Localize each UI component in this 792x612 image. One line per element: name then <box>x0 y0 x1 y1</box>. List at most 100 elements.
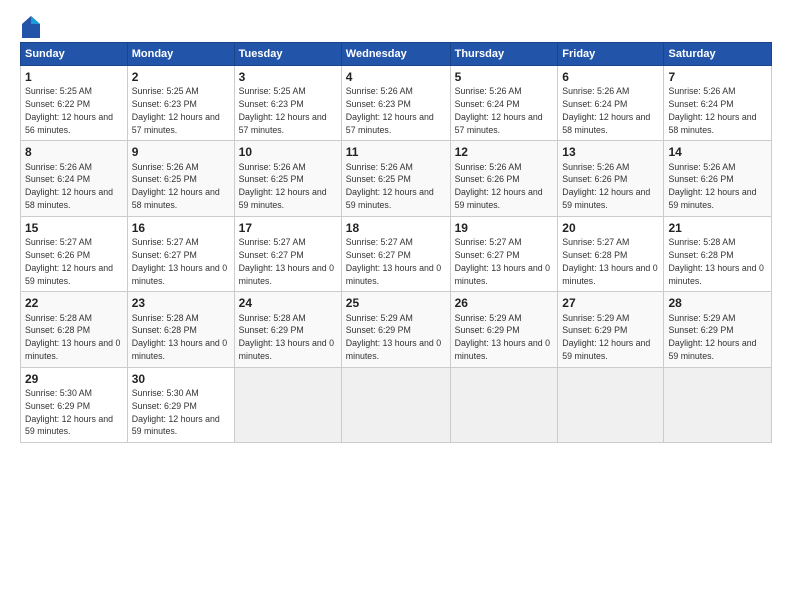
day-number: 4 <box>346 69 446 85</box>
day-info: Sunrise: 5:26 AMSunset: 6:24 PMDaylight:… <box>562 86 650 134</box>
day-number: 28 <box>668 295 767 311</box>
day-number: 27 <box>562 295 659 311</box>
calendar-cell: 14 Sunrise: 5:26 AMSunset: 6:26 PMDaylig… <box>664 141 772 216</box>
day-info: Sunrise: 5:25 AMSunset: 6:23 PMDaylight:… <box>239 86 327 134</box>
calendar-cell: 10 Sunrise: 5:26 AMSunset: 6:25 PMDaylig… <box>234 141 341 216</box>
day-info: Sunrise: 5:27 AMSunset: 6:27 PMDaylight:… <box>132 237 227 285</box>
day-number: 11 <box>346 144 446 160</box>
day-header-sunday: Sunday <box>21 43 128 66</box>
calendar-cell: 18 Sunrise: 5:27 AMSunset: 6:27 PMDaylig… <box>341 216 450 291</box>
calendar-cell: 19 Sunrise: 5:27 AMSunset: 6:27 PMDaylig… <box>450 216 558 291</box>
calendar-cell <box>664 367 772 442</box>
day-number: 30 <box>132 371 230 387</box>
calendar-cell: 22 Sunrise: 5:28 AMSunset: 6:28 PMDaylig… <box>21 292 128 367</box>
day-number: 5 <box>455 69 554 85</box>
day-number: 23 <box>132 295 230 311</box>
calendar-cell: 20 Sunrise: 5:27 AMSunset: 6:28 PMDaylig… <box>558 216 664 291</box>
day-header-friday: Friday <box>558 43 664 66</box>
day-info: Sunrise: 5:26 AMSunset: 6:24 PMDaylight:… <box>455 86 543 134</box>
calendar-cell: 16 Sunrise: 5:27 AMSunset: 6:27 PMDaylig… <box>127 216 234 291</box>
day-info: Sunrise: 5:26 AMSunset: 6:26 PMDaylight:… <box>562 162 650 210</box>
day-info: Sunrise: 5:28 AMSunset: 6:28 PMDaylight:… <box>132 313 227 361</box>
day-number: 10 <box>239 144 337 160</box>
day-number: 13 <box>562 144 659 160</box>
calendar-cell: 4 Sunrise: 5:26 AMSunset: 6:23 PMDayligh… <box>341 66 450 141</box>
day-info: Sunrise: 5:27 AMSunset: 6:27 PMDaylight:… <box>455 237 550 285</box>
calendar-cell: 3 Sunrise: 5:25 AMSunset: 6:23 PMDayligh… <box>234 66 341 141</box>
day-info: Sunrise: 5:25 AMSunset: 6:22 PMDaylight:… <box>25 86 113 134</box>
day-info: Sunrise: 5:26 AMSunset: 6:25 PMDaylight:… <box>239 162 327 210</box>
calendar-cell: 7 Sunrise: 5:26 AMSunset: 6:24 PMDayligh… <box>664 66 772 141</box>
calendar-cell: 5 Sunrise: 5:26 AMSunset: 6:24 PMDayligh… <box>450 66 558 141</box>
day-header-saturday: Saturday <box>664 43 772 66</box>
day-info: Sunrise: 5:27 AMSunset: 6:28 PMDaylight:… <box>562 237 657 285</box>
day-number: 3 <box>239 69 337 85</box>
calendar-cell <box>558 367 664 442</box>
day-info: Sunrise: 5:30 AMSunset: 6:29 PMDaylight:… <box>25 388 113 436</box>
calendar-header-row: SundayMondayTuesdayWednesdayThursdayFrid… <box>21 43 772 66</box>
day-header-thursday: Thursday <box>450 43 558 66</box>
day-number: 26 <box>455 295 554 311</box>
day-info: Sunrise: 5:29 AMSunset: 6:29 PMDaylight:… <box>346 313 441 361</box>
day-info: Sunrise: 5:26 AMSunset: 6:25 PMDaylight:… <box>346 162 434 210</box>
day-info: Sunrise: 5:27 AMSunset: 6:27 PMDaylight:… <box>239 237 334 285</box>
calendar-week-2: 8 Sunrise: 5:26 AMSunset: 6:24 PMDayligh… <box>21 141 772 216</box>
calendar-cell: 28 Sunrise: 5:29 AMSunset: 6:29 PMDaylig… <box>664 292 772 367</box>
calendar-cell: 27 Sunrise: 5:29 AMSunset: 6:29 PMDaylig… <box>558 292 664 367</box>
page: SundayMondayTuesdayWednesdayThursdayFrid… <box>0 0 792 612</box>
calendar-cell <box>234 367 341 442</box>
day-header-tuesday: Tuesday <box>234 43 341 66</box>
calendar-table: SundayMondayTuesdayWednesdayThursdayFrid… <box>20 42 772 443</box>
calendar-week-1: 1 Sunrise: 5:25 AMSunset: 6:22 PMDayligh… <box>21 66 772 141</box>
day-number: 18 <box>346 220 446 236</box>
day-info: Sunrise: 5:28 AMSunset: 6:28 PMDaylight:… <box>668 237 763 285</box>
calendar-cell: 1 Sunrise: 5:25 AMSunset: 6:22 PMDayligh… <box>21 66 128 141</box>
day-info: Sunrise: 5:25 AMSunset: 6:23 PMDaylight:… <box>132 86 220 134</box>
calendar-cell <box>450 367 558 442</box>
day-number: 8 <box>25 144 123 160</box>
day-info: Sunrise: 5:29 AMSunset: 6:29 PMDaylight:… <box>668 313 756 361</box>
day-info: Sunrise: 5:29 AMSunset: 6:29 PMDaylight:… <box>455 313 550 361</box>
day-info: Sunrise: 5:26 AMSunset: 6:26 PMDaylight:… <box>455 162 543 210</box>
calendar-cell: 17 Sunrise: 5:27 AMSunset: 6:27 PMDaylig… <box>234 216 341 291</box>
calendar-week-3: 15 Sunrise: 5:27 AMSunset: 6:26 PMDaylig… <box>21 216 772 291</box>
day-number: 29 <box>25 371 123 387</box>
day-number: 7 <box>668 69 767 85</box>
day-number: 17 <box>239 220 337 236</box>
calendar-cell: 13 Sunrise: 5:26 AMSunset: 6:26 PMDaylig… <box>558 141 664 216</box>
day-info: Sunrise: 5:26 AMSunset: 6:25 PMDaylight:… <box>132 162 220 210</box>
calendar-cell: 12 Sunrise: 5:26 AMSunset: 6:26 PMDaylig… <box>450 141 558 216</box>
calendar-cell: 24 Sunrise: 5:28 AMSunset: 6:29 PMDaylig… <box>234 292 341 367</box>
day-info: Sunrise: 5:27 AMSunset: 6:27 PMDaylight:… <box>346 237 441 285</box>
day-number: 9 <box>132 144 230 160</box>
day-info: Sunrise: 5:28 AMSunset: 6:28 PMDaylight:… <box>25 313 120 361</box>
calendar-cell <box>341 367 450 442</box>
calendar-cell: 23 Sunrise: 5:28 AMSunset: 6:28 PMDaylig… <box>127 292 234 367</box>
calendar-week-5: 29 Sunrise: 5:30 AMSunset: 6:29 PMDaylig… <box>21 367 772 442</box>
day-number: 14 <box>668 144 767 160</box>
day-number: 24 <box>239 295 337 311</box>
calendar-cell: 21 Sunrise: 5:28 AMSunset: 6:28 PMDaylig… <box>664 216 772 291</box>
calendar-cell: 15 Sunrise: 5:27 AMSunset: 6:26 PMDaylig… <box>21 216 128 291</box>
day-info: Sunrise: 5:30 AMSunset: 6:29 PMDaylight:… <box>132 388 220 436</box>
day-number: 22 <box>25 295 123 311</box>
calendar-week-4: 22 Sunrise: 5:28 AMSunset: 6:28 PMDaylig… <box>21 292 772 367</box>
calendar-cell: 8 Sunrise: 5:26 AMSunset: 6:24 PMDayligh… <box>21 141 128 216</box>
calendar-cell: 6 Sunrise: 5:26 AMSunset: 6:24 PMDayligh… <box>558 66 664 141</box>
day-number: 1 <box>25 69 123 85</box>
calendar-cell: 2 Sunrise: 5:25 AMSunset: 6:23 PMDayligh… <box>127 66 234 141</box>
day-number: 19 <box>455 220 554 236</box>
calendar-cell: 9 Sunrise: 5:26 AMSunset: 6:25 PMDayligh… <box>127 141 234 216</box>
day-number: 20 <box>562 220 659 236</box>
logo <box>20 16 42 34</box>
day-number: 21 <box>668 220 767 236</box>
calendar-cell: 11 Sunrise: 5:26 AMSunset: 6:25 PMDaylig… <box>341 141 450 216</box>
day-number: 6 <box>562 69 659 85</box>
day-header-monday: Monday <box>127 43 234 66</box>
calendar-cell: 25 Sunrise: 5:29 AMSunset: 6:29 PMDaylig… <box>341 292 450 367</box>
calendar-cell: 26 Sunrise: 5:29 AMSunset: 6:29 PMDaylig… <box>450 292 558 367</box>
day-info: Sunrise: 5:27 AMSunset: 6:26 PMDaylight:… <box>25 237 113 285</box>
day-info: Sunrise: 5:26 AMSunset: 6:24 PMDaylight:… <box>25 162 113 210</box>
day-info: Sunrise: 5:26 AMSunset: 6:23 PMDaylight:… <box>346 86 434 134</box>
day-info: Sunrise: 5:28 AMSunset: 6:29 PMDaylight:… <box>239 313 334 361</box>
